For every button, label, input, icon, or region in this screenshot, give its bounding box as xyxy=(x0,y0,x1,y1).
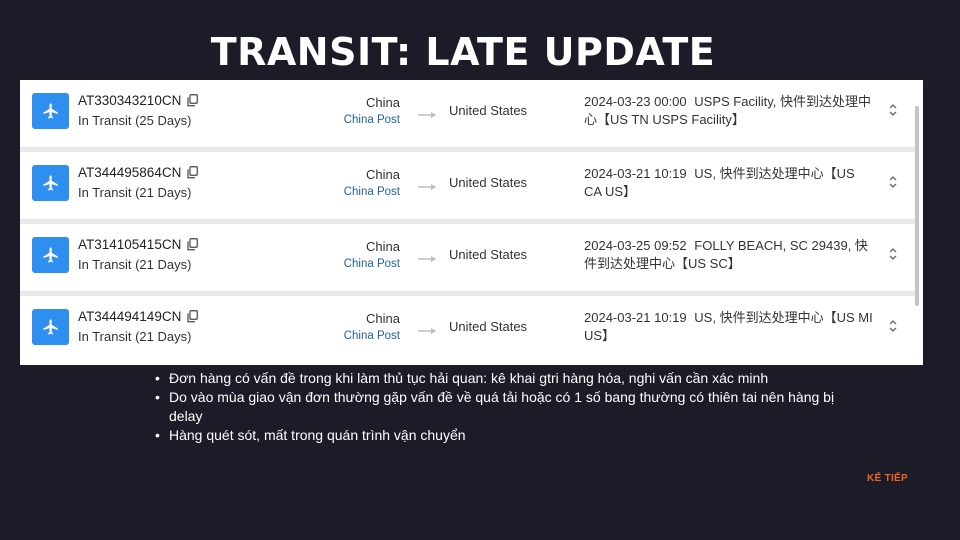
tracking-number-group: AT344495864CN xyxy=(78,165,199,180)
arrow-right-icon xyxy=(418,178,438,196)
copy-icon[interactable] xyxy=(187,94,199,107)
shipment-row[interactable]: AT314105415CN In Transit (21 Days) China… xyxy=(20,224,916,297)
origin-country: China xyxy=(366,311,400,326)
latest-event: 2024-03-25 09:52 FOLLY BEACH, SC 29439, … xyxy=(584,237,874,273)
tracking-number: AT330343210CN xyxy=(78,93,182,108)
shipment-row[interactable]: AT344495864CN In Transit (21 Days) China… xyxy=(20,152,916,225)
tracking-number: AT344495864CN xyxy=(78,165,182,180)
tracking-number: AT344494149CN xyxy=(78,309,182,324)
copy-icon[interactable] xyxy=(187,238,199,251)
destination-country: United States xyxy=(449,175,528,190)
airplane-icon xyxy=(32,309,69,345)
tracking-number-group: AT314105415CN xyxy=(78,237,199,252)
destination-country: United States xyxy=(449,103,528,118)
carrier-link[interactable]: China Post xyxy=(344,114,400,126)
expand-chevrons-icon[interactable] xyxy=(888,319,898,338)
carrier-link[interactable]: China Post xyxy=(344,258,400,270)
shipment-status: In Transit (21 Days) xyxy=(78,185,192,200)
event-time: 2024-03-23 00:00 xyxy=(584,94,687,109)
tracking-number-group: AT330343210CN xyxy=(78,93,199,108)
carrier-link[interactable]: China Post xyxy=(344,330,400,342)
arrow-right-icon xyxy=(418,250,438,268)
destination-country: United States xyxy=(449,247,528,262)
scrollbar[interactable] xyxy=(915,106,919,306)
shipment-status: In Transit (21 Days) xyxy=(78,257,192,272)
airplane-icon xyxy=(32,237,69,273)
expand-chevrons-icon[interactable] xyxy=(888,175,898,194)
destination-country: United States xyxy=(449,319,528,334)
slide-title: TRANSIT: LATE UPDATE xyxy=(210,30,716,74)
tracking-list-panel: AT330343210CN In Transit (25 Days) China… xyxy=(20,80,923,365)
expand-chevrons-icon[interactable] xyxy=(888,247,898,266)
event-time: 2024-03-21 10:19 xyxy=(584,166,687,181)
shipment-row[interactable]: AT330343210CN In Transit (25 Days) China… xyxy=(20,80,916,153)
next-button[interactable]: KẾ TIẾP xyxy=(867,473,908,484)
latest-event: 2024-03-21 10:19 US, 快件到达处理中心【US CA US】 xyxy=(584,165,874,201)
event-time: 2024-03-21 10:19 xyxy=(584,310,687,325)
airplane-icon xyxy=(32,165,69,201)
carrier-link[interactable]: China Post xyxy=(344,186,400,198)
arrow-right-icon xyxy=(418,322,438,340)
tracking-number-group: AT344494149CN xyxy=(78,309,199,324)
shipment-status: In Transit (21 Days) xyxy=(78,329,192,344)
note-item: Do vào mùa giao vận đơn thường gặp vấn đ… xyxy=(155,388,835,426)
latest-event: 2024-03-21 10:19 US, 快件到达处理中心【US MI US】 xyxy=(584,309,874,345)
copy-icon[interactable] xyxy=(187,310,199,323)
event-time: 2024-03-25 09:52 xyxy=(584,238,687,253)
shipment-status: In Transit (25 Days) xyxy=(78,113,192,128)
origin-country: China xyxy=(366,95,400,110)
latest-event: 2024-03-23 00:00 USPS Facility, 快件到达处理中心… xyxy=(584,93,874,129)
arrow-right-icon xyxy=(418,106,438,124)
shipment-row[interactable]: AT344494149CN In Transit (21 Days) China… xyxy=(20,296,916,365)
origin-country: China xyxy=(366,239,400,254)
tracking-number: AT314105415CN xyxy=(78,237,182,252)
notes-list: Đơn hàng có vấn đề trong khi làm thủ tục… xyxy=(155,369,835,445)
expand-chevrons-icon[interactable] xyxy=(888,103,898,122)
copy-icon[interactable] xyxy=(187,166,199,179)
note-item: Đơn hàng có vấn đề trong khi làm thủ tục… xyxy=(155,369,835,388)
airplane-icon xyxy=(32,93,69,129)
origin-country: China xyxy=(366,167,400,182)
note-item: Hàng quét sót, mất trong quán trình vận … xyxy=(155,426,835,445)
